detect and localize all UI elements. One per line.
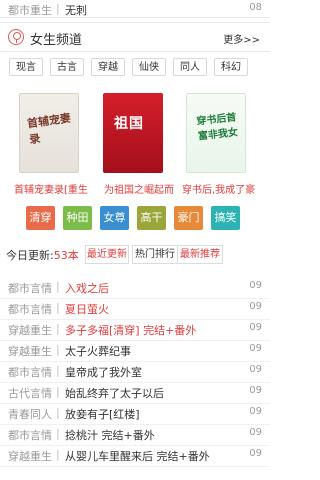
separator: | <box>56 427 60 440</box>
book-cover[interactable]: 祖国 <box>103 93 163 173</box>
date-label: 09 <box>249 280 262 291</box>
tab-genre[interactable]: 同人 <box>173 58 207 76</box>
book-title[interactable]: 皇帝成了我外室 <box>65 364 240 380</box>
list-item[interactable]: 都市言情 | 捻桃汁 完结+番外 09 <box>0 425 270 446</box>
category-button[interactable]: 豪门 <box>174 206 203 230</box>
category-label: 都市言情 <box>8 282 52 295</box>
book-title[interactable]: 首辅宠妻录[重生 <box>14 181 88 196</box>
separator: | <box>56 385 60 398</box>
tab-genre[interactable]: 古言 <box>50 58 84 76</box>
category-label: 都市重生 <box>8 4 52 17</box>
female-icon <box>8 29 24 45</box>
book-title[interactable]: 始乱终弃了太子以后 <box>65 385 240 401</box>
book-title[interactable]: 捻桃汁 完结+番外 <box>65 427 240 443</box>
list-item[interactable]: 青春同人 | 放妾有子[红楼] 09 <box>0 404 270 425</box>
date-label: 09 <box>249 427 262 438</box>
book-title[interactable]: 夏日萤火 <box>65 301 240 317</box>
tab-latest-updates[interactable]: 最近更新 <box>85 245 129 264</box>
list-item[interactable]: 都市言情 | 皇帝成了我外室 09 <box>0 362 270 383</box>
separator: | <box>56 406 60 419</box>
tab-genre[interactable]: 穿越 <box>91 58 125 76</box>
book-cover[interactable]: 穿书后首富非我女 <box>186 93 246 173</box>
cover-title-art: 穿书后首富非我女 <box>195 112 239 143</box>
update-bar: 今日更新:53本 最近更新 热门排行 最新推荐 <box>0 245 270 265</box>
genre-tabs: 现言 古言 穿越 仙侠 同人 科幻 <box>0 58 270 78</box>
date-label: 09 <box>249 301 262 312</box>
featured-books: 首辅宠妻录 祖国 穿书后首富非我女 首辅宠妻录[重生 为祖国之崛起而 穿书后,我… <box>0 93 270 196</box>
category-button[interactable]: 女尊 <box>100 206 129 230</box>
book-title[interactable]: 无刺 <box>65 2 87 18</box>
today-update-label: 今日更新:53本 <box>6 249 79 262</box>
tab-genre[interactable]: 科幻 <box>214 58 248 76</box>
list-item[interactable]: 穿越重生 | 从婴儿车里醒来后 完结+番外 09 <box>0 446 270 467</box>
separator: | <box>56 343 60 356</box>
list-item[interactable]: 穿越重生 | 多子多福[清穿] 完结+番外 09 <box>0 320 270 341</box>
date-label: 09 <box>249 406 262 417</box>
category-button[interactable]: 高干 <box>137 206 166 230</box>
separator: | <box>56 280 60 293</box>
book-title[interactable]: 为祖国之崛起而 <box>104 181 174 196</box>
separator: | <box>56 322 60 335</box>
category-label: 都市言情 <box>8 429 52 442</box>
date-label: 09 <box>249 385 262 396</box>
tab-genre[interactable]: 现言 <box>9 58 43 76</box>
book-title[interactable]: 多子多福[清穿] 完结+番外 <box>65 322 240 338</box>
tab-popular-ranking[interactable]: 热门排行 <box>132 245 178 264</box>
channel-title: 女生频道 <box>30 33 83 48</box>
separator: | <box>56 2 60 15</box>
book-cover[interactable]: 首辅宠妻录 <box>19 93 79 173</box>
more-link[interactable]: 更多>> <box>223 31 260 46</box>
tab-genre[interactable]: 仙侠 <box>132 58 166 76</box>
channel-header: 女生频道 更多>> <box>0 22 270 52</box>
book-title[interactable]: 入戏之后 <box>65 280 240 296</box>
cover-title-art: 祖国 <box>114 116 144 132</box>
list-item[interactable]: 穿越重生 | 太子火葬纪事 09 <box>0 341 270 362</box>
list-item[interactable]: 古代言情 | 始乱终弃了太子以后 09 <box>0 383 270 404</box>
separator: | <box>56 448 60 461</box>
category-label: 穿越重生 <box>8 345 52 358</box>
category-label: 都市言情 <box>8 303 52 316</box>
cover-title-art: 首辅宠妻录 <box>26 111 72 147</box>
category-button[interactable]: 搞笑 <box>211 206 240 230</box>
category-label: 都市言情 <box>8 366 52 379</box>
book-title[interactable]: 从婴儿车里醒来后 完结+番外 <box>65 448 240 464</box>
category-label: 穿越重生 <box>8 450 52 463</box>
category-label: 穿越重生 <box>8 324 52 337</box>
category-label: 青春同人 <box>8 408 52 421</box>
separator: | <box>56 364 60 377</box>
separator: | <box>56 301 60 314</box>
book-title[interactable]: 穿书后,我成了豪 <box>182 181 255 196</box>
list-item[interactable]: 都市言情 | 夏日萤火 09 <box>0 299 270 320</box>
date-label: 09 <box>249 448 262 459</box>
date-label: 08 <box>249 2 262 13</box>
list-item[interactable]: 都市言情 | 入戏之后 09 <box>0 278 270 299</box>
list-item[interactable]: 都市重生 | 无刺 08 <box>0 0 270 18</box>
category-button[interactable]: 种田 <box>63 206 92 230</box>
tab-new-recommend[interactable]: 最新推荐 <box>177 245 223 264</box>
book-title[interactable]: 放妾有子[红楼] <box>65 406 240 422</box>
category-button[interactable]: 清穿 <box>26 206 55 230</box>
update-count: 53本 <box>53 249 79 262</box>
category-buttons: 清穿 种田 女尊 高干 豪门 搞笑 <box>0 206 270 230</box>
category-label: 古代言情 <box>8 387 52 400</box>
date-label: 09 <box>249 322 262 333</box>
book-title[interactable]: 太子火葬纪事 <box>65 343 240 359</box>
book-list: 都市言情 | 入戏之后 09 都市言情 | 夏日萤火 09 穿越重生 | 多子多… <box>0 278 270 467</box>
date-label: 09 <box>249 364 262 375</box>
date-label: 09 <box>249 343 262 354</box>
